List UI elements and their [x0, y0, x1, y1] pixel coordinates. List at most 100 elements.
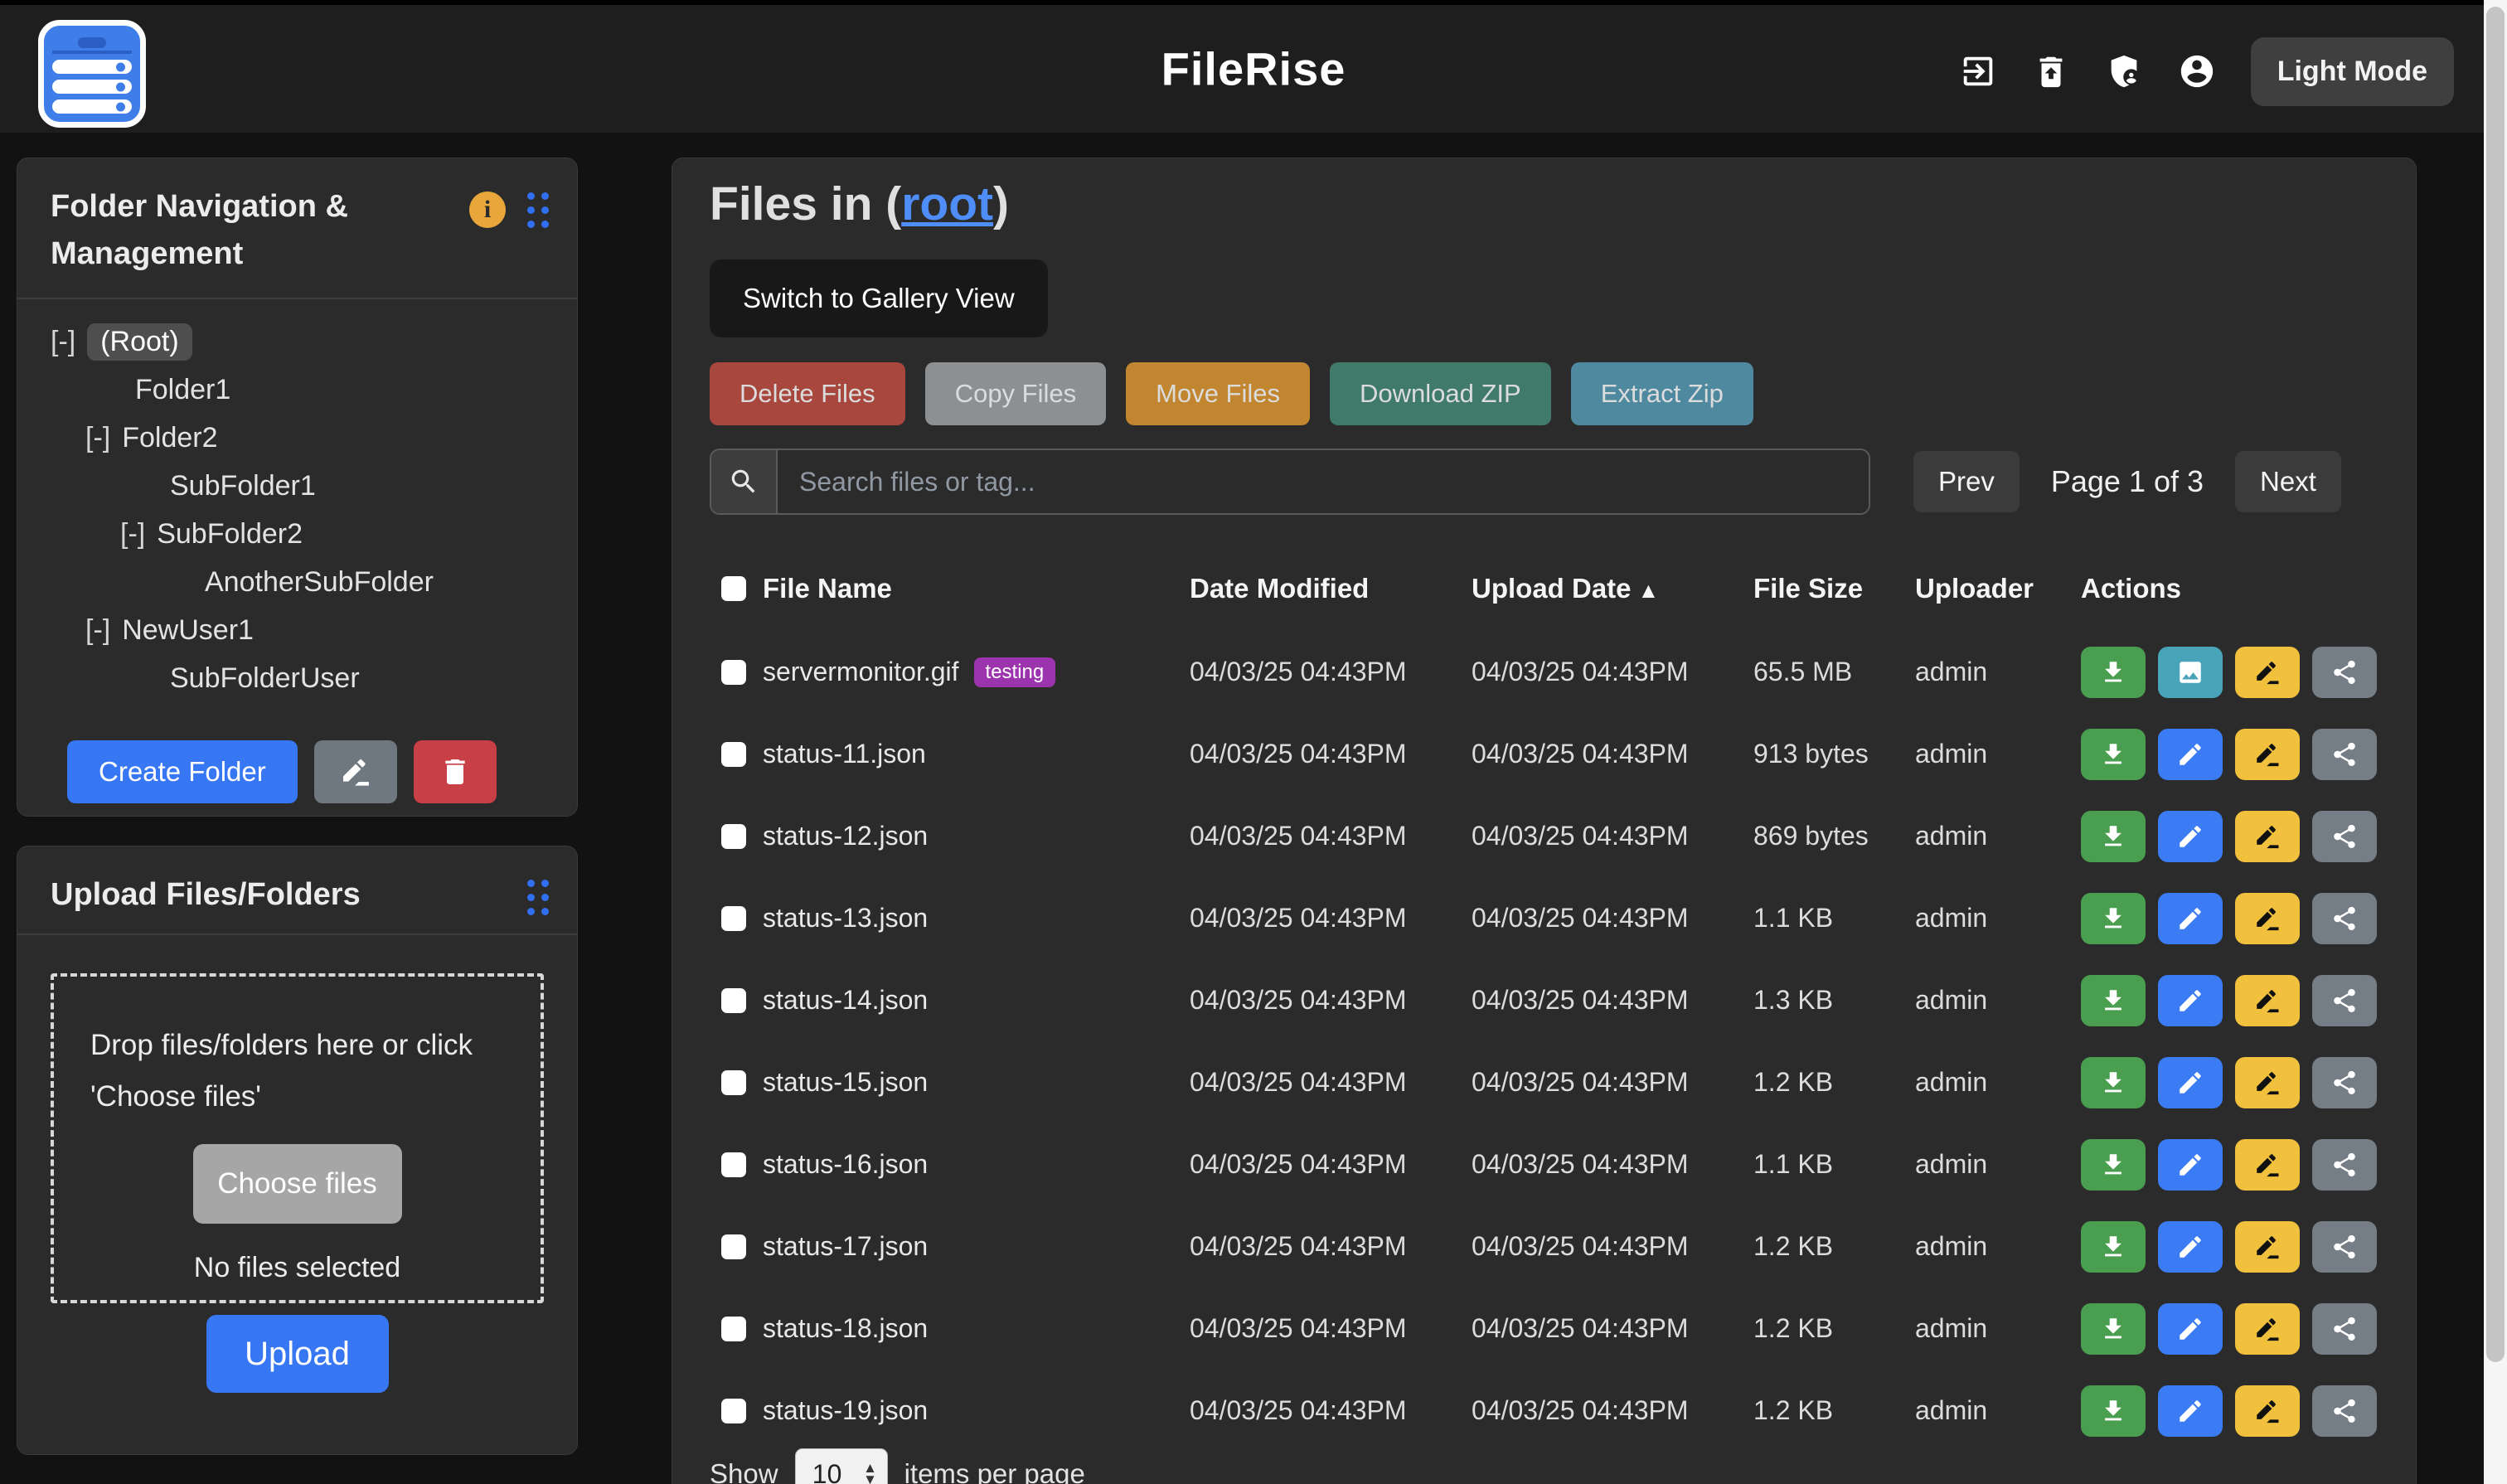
download-button[interactable] — [2081, 1057, 2146, 1108]
rename-tag-button[interactable] — [2235, 1303, 2300, 1355]
share-button[interactable] — [2312, 1303, 2377, 1355]
edit-button[interactable] — [2158, 1385, 2223, 1437]
tree-item-folder1[interactable]: Folder1 — [17, 366, 577, 414]
upload-dropzone[interactable]: Drop files/folders here or click 'Choose… — [51, 973, 544, 1303]
next-page-button[interactable]: Next — [2235, 451, 2341, 512]
row-checkbox[interactable] — [721, 1152, 746, 1177]
tree-item-anothersubfolder[interactable]: AnotherSubFolder — [17, 558, 577, 606]
share-button[interactable] — [2312, 1057, 2377, 1108]
share-button[interactable] — [2312, 1139, 2377, 1191]
row-checkbox[interactable] — [721, 660, 746, 685]
edit-button[interactable] — [2158, 1057, 2223, 1108]
upload-button[interactable]: Upload — [206, 1315, 389, 1393]
column-header-upload-date[interactable]: Upload Date▲ — [1472, 573, 1753, 604]
account-icon[interactable] — [2178, 52, 2216, 90]
rename-tag-button[interactable] — [2235, 1221, 2300, 1273]
scrollbar-thumb[interactable] — [2486, 7, 2505, 1362]
rename-tag-button[interactable] — [2235, 647, 2300, 698]
file-name[interactable]: status-16.json — [763, 1149, 928, 1180]
folder-name[interactable]: NewUser1 — [122, 614, 254, 647]
share-button[interactable] — [2312, 729, 2377, 780]
tree-item-newuser1[interactable]: [-] NewUser1 — [17, 606, 577, 654]
folder-name[interactable]: (Root) — [87, 323, 192, 361]
download-button[interactable] — [2081, 647, 2146, 698]
items-per-page-select[interactable]: 10 ▲▼ — [795, 1448, 888, 1484]
search-icon[interactable] — [711, 450, 778, 513]
file-name[interactable]: status-11.json — [763, 739, 926, 769]
info-icon[interactable]: i — [469, 192, 506, 228]
column-header-file-name[interactable]: File Name — [763, 573, 1190, 604]
move-files-button[interactable]: Move Files — [1126, 362, 1310, 425]
create-folder-button[interactable]: Create Folder — [67, 740, 298, 803]
folder-name[interactable]: Folder1 — [135, 374, 230, 406]
download-button[interactable] — [2081, 975, 2146, 1026]
extract-zip-button[interactable]: Extract Zip — [1571, 362, 1753, 425]
file-name[interactable]: servermonitor.gif — [763, 657, 959, 687]
tree-collapse-toggle[interactable]: [-] — [85, 614, 110, 647]
column-header-date-modified[interactable]: Date Modified — [1190, 573, 1472, 604]
row-checkbox[interactable] — [721, 988, 746, 1013]
light-mode-button[interactable]: Light Mode — [2251, 37, 2454, 106]
rename-tag-button[interactable] — [2235, 811, 2300, 862]
admin-shield-icon[interactable] — [2105, 52, 2143, 90]
delete-folder-button[interactable] — [414, 740, 497, 803]
download-button[interactable] — [2081, 893, 2146, 944]
file-name[interactable]: status-17.json — [763, 1231, 928, 1262]
download-button[interactable] — [2081, 1221, 2146, 1273]
tree-item-subfolder1[interactable]: SubFolder1 — [17, 462, 577, 510]
edit-button[interactable] — [2158, 1221, 2223, 1273]
tree-item-folder2[interactable]: [-] Folder2 — [17, 414, 577, 462]
share-button[interactable] — [2312, 811, 2377, 862]
select-all-checkbox[interactable] — [721, 576, 746, 601]
tree-collapse-toggle[interactable]: [-] — [51, 326, 75, 358]
share-button[interactable] — [2312, 647, 2377, 698]
restore-trash-icon[interactable] — [2032, 52, 2070, 90]
preview-button[interactable] — [2158, 647, 2223, 698]
folder-name[interactable]: SubFolder2 — [157, 518, 303, 550]
delete-files-button[interactable]: Delete Files — [710, 362, 905, 425]
scrollbar[interactable] — [2484, 0, 2507, 1484]
rename-folder-button[interactable] — [314, 740, 397, 803]
download-zip-button[interactable]: Download ZIP — [1330, 362, 1551, 425]
rename-tag-button[interactable] — [2235, 975, 2300, 1026]
edit-button[interactable] — [2158, 811, 2223, 862]
edit-button[interactable] — [2158, 1303, 2223, 1355]
drag-handle-icon[interactable] — [527, 192, 549, 228]
rename-tag-button[interactable] — [2235, 1057, 2300, 1108]
column-header-file-size[interactable]: File Size — [1753, 573, 1915, 604]
rename-tag-button[interactable] — [2235, 729, 2300, 780]
row-checkbox[interactable] — [721, 1317, 746, 1341]
folder-name[interactable]: SubFolderUser — [170, 662, 360, 695]
tree-item-subfolder2[interactable]: [-] SubFolder2 — [17, 510, 577, 558]
file-name[interactable]: status-12.json — [763, 821, 928, 851]
folder-name[interactable]: AnotherSubFolder — [205, 566, 434, 599]
edit-button[interactable] — [2158, 975, 2223, 1026]
download-button[interactable] — [2081, 1139, 2146, 1191]
tree-item-subfolderuser[interactable]: SubFolderUser — [17, 654, 577, 702]
prev-page-button[interactable]: Prev — [1913, 451, 2020, 512]
rename-tag-button[interactable] — [2235, 1385, 2300, 1437]
share-button[interactable] — [2312, 893, 2377, 944]
download-button[interactable] — [2081, 811, 2146, 862]
row-checkbox[interactable] — [721, 824, 746, 849]
download-button[interactable] — [2081, 1385, 2146, 1437]
tree-collapse-toggle[interactable]: [-] — [85, 422, 110, 454]
folder-name[interactable]: SubFolder1 — [170, 470, 316, 502]
share-button[interactable] — [2312, 1385, 2377, 1437]
file-name[interactable]: status-14.json — [763, 985, 928, 1016]
rename-tag-button[interactable] — [2235, 893, 2300, 944]
file-name[interactable]: status-18.json — [763, 1313, 928, 1344]
tree-collapse-toggle[interactable]: [-] — [120, 518, 145, 550]
root-folder-link[interactable]: root — [901, 177, 993, 230]
file-name[interactable]: status-19.json — [763, 1395, 928, 1426]
row-checkbox[interactable] — [721, 906, 746, 931]
row-checkbox[interactable] — [721, 742, 746, 767]
edit-button[interactable] — [2158, 1139, 2223, 1191]
file-name[interactable]: status-13.json — [763, 903, 928, 934]
edit-button[interactable] — [2158, 729, 2223, 780]
row-checkbox[interactable] — [721, 1399, 746, 1423]
share-button[interactable] — [2312, 1221, 2377, 1273]
row-checkbox[interactable] — [721, 1070, 746, 1095]
folder-name[interactable]: Folder2 — [122, 422, 217, 454]
download-button[interactable] — [2081, 729, 2146, 780]
